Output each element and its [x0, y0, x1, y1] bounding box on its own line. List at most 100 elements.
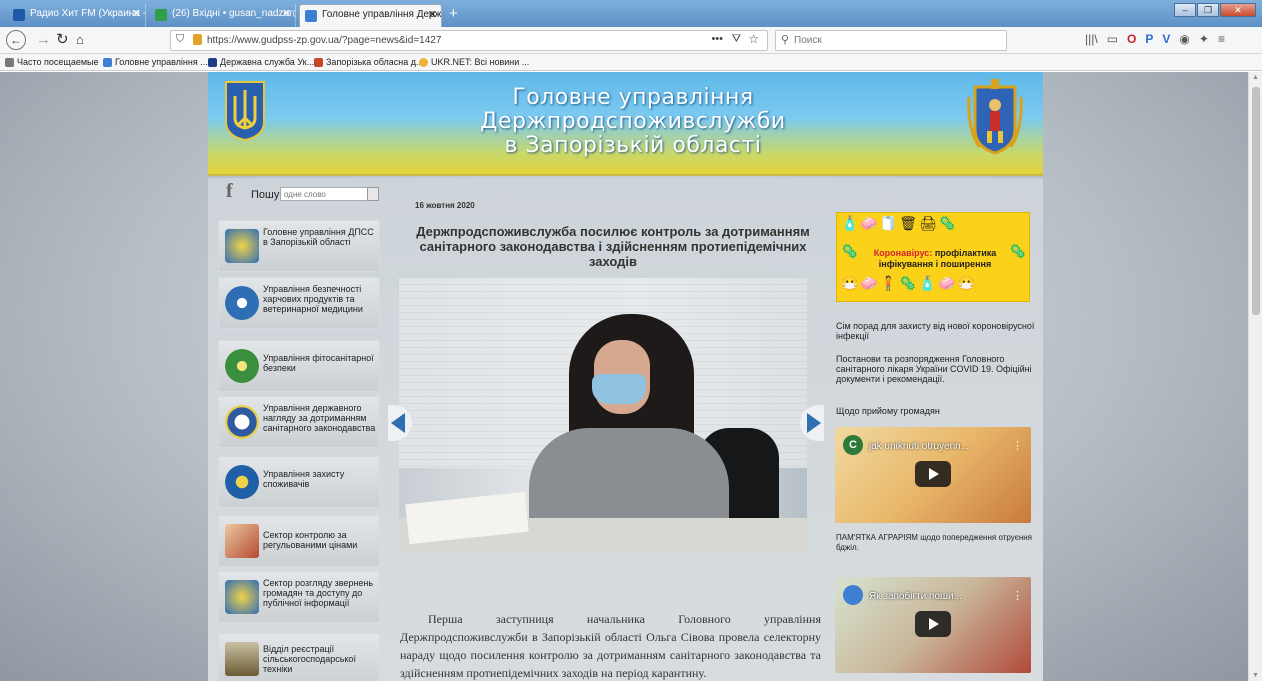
addon-p-icon[interactable]: P [1145, 32, 1153, 46]
menu-item-label: Управління безпечності харчових продукті… [263, 284, 363, 314]
article-body: Перша заступниця начальника Головного уп… [400, 612, 821, 680]
menu-item-sanitary-supervision[interactable]: Управління державного нагляду за дотрима… [218, 396, 380, 448]
price-chart-icon [225, 524, 259, 558]
bookmark-zaporizka[interactable]: Запорізька обласна д... [314, 57, 424, 67]
banner-highlight: Коронавірус: [873, 248, 933, 258]
address-bar[interactable]: ⛉ https://www.gudpss-zp.gov.ua/?page=new… [170, 30, 768, 51]
vet-emblem-icon [225, 286, 259, 320]
link-citizen-reception[interactable]: Щодо прийому громадян [836, 406, 1036, 416]
menu-item-label: Управління державного нагляду за дотрима… [263, 403, 376, 433]
site-search-button[interactable] [367, 187, 379, 201]
bookmark-label: Запорізька обласна д... [326, 57, 424, 67]
site-title-line: в Запорізькій області [504, 133, 762, 158]
trident-icon [225, 580, 259, 614]
bookmark-label: Головне управління ... [115, 57, 208, 67]
close-window-button[interactable]: ✕ [1220, 3, 1256, 17]
video-caption: ПАМ'ЯТКА АГРАРІЯМ щодо попередження отру… [836, 533, 1032, 552]
navigation-toolbar: ← → ↻ ⌂ ⛉ https://www.gudpss-zp.gov.ua/?… [0, 27, 1262, 54]
close-icon[interactable]: ✕ [282, 7, 291, 20]
sanitary-emblem-icon [225, 405, 259, 439]
banner-icons-bottom: 😷🧼🧍🦠🧴🧼😷 [841, 275, 978, 291]
tab-radio-hit[interactable]: Радио Хит FM (Украина - ◀) ✕ [8, 4, 146, 27]
new-tab-button[interactable]: + [449, 5, 458, 22]
channel-avatar: C [843, 435, 863, 455]
banner-icons-top: 🧴🧼🧻🗑🖨🦠 [841, 215, 959, 231]
coronavirus-banner[interactable]: 🧴🧼🧻🗑🖨🦠 🦠 🦠 Коронавірус: профілактика інф… [836, 212, 1030, 302]
scrollbar-thumb[interactable] [1252, 87, 1260, 315]
search-icon: ⚲ [781, 34, 790, 46]
bookmark-gudpss[interactable]: Головне управління ... [103, 57, 208, 67]
menu-item-main-department[interactable]: Головне управління ДПСС в Запорізькій об… [218, 220, 380, 272]
bookmark-label: Державна служба Ук... [220, 57, 315, 67]
tab-mail[interactable]: (26) Вхідні • gusan_nadzor@uk ✕ [150, 4, 296, 27]
search-bar[interactable]: ⚲ [775, 30, 1007, 51]
tracking-shield-icon[interactable]: ⛉ [176, 33, 184, 46]
tab-gudpss[interactable]: Головне управління Держпр ✕ [299, 4, 442, 27]
video-menu-icon[interactable]: ⋮ [1012, 439, 1023, 452]
trident-channel-icon [843, 585, 863, 605]
menu-item-consumer-protection[interactable]: Управління захисту споживачів [218, 456, 380, 508]
page-scrollbar[interactable]: ▲ ▼ [1248, 72, 1262, 681]
face-mask [592, 374, 646, 404]
play-button-icon[interactable] [915, 611, 951, 637]
maximize-button[interactable]: ❐ [1197, 3, 1219, 17]
menu-item-food-safety[interactable]: Управління безпечності харчових продукті… [218, 277, 380, 329]
forward-button[interactable]: → [36, 31, 51, 49]
addon-o-icon[interactable]: O [1127, 32, 1136, 46]
video-prevent-spread[interactable]: Як запобігти поши... ⋮ [835, 577, 1031, 673]
bookmarks-bar: Часто посещаемые Головне управління ... … [0, 54, 1262, 71]
bookmark-star-icon[interactable]: ☆ [748, 32, 759, 46]
back-button[interactable]: ← [6, 30, 26, 50]
site-header: Головне управління Держпродспоживслужби … [208, 72, 1043, 176]
bookmark-ukrnet[interactable]: UKR.NET: Всі новини ... [419, 57, 529, 67]
reload-button[interactable]: ↻ [56, 31, 69, 49]
site-title-line: Держпродспоживслужби [480, 109, 786, 134]
bookmark-label: UKR.NET: Всі новини ... [431, 57, 530, 67]
menu-item-label: Сектор розгляду звернень громадян та дос… [263, 578, 374, 608]
link-seven-tips[interactable]: Сім порад для захисту від нової коронові… [836, 321, 1036, 341]
dark-icon[interactable]: ◉ [1179, 32, 1189, 46]
lock-icon[interactable] [193, 34, 202, 45]
play-button-icon[interactable] [915, 461, 951, 487]
menu-item-citizen-requests[interactable]: Сектор розгляду звернень громадян та дос… [218, 571, 380, 623]
menu-item-phytosanitary[interactable]: Управління фітосанітарної безпеки [218, 340, 380, 392]
menu-item-price-control[interactable]: Сектор контролю за регульованими цінами [218, 515, 380, 567]
bookmark-label: Часто посещаемые [17, 57, 99, 67]
reader-icon[interactable]: ▭ [1107, 32, 1118, 46]
video-bee-poisoning[interactable]: C jak uniknuti otruyenn... ⋮ [835, 427, 1031, 523]
search-input[interactable] [794, 33, 994, 48]
scroll-down-icon[interactable]: ▼ [1252, 672, 1259, 679]
article-date: 16 жовтня 2020 [415, 201, 475, 210]
bookmark-most-visited[interactable]: Часто посещаемые [5, 57, 99, 67]
tab-label: Радио Хит FM (Украина - ◀) [30, 8, 146, 19]
vpn-icon[interactable]: V [1162, 32, 1170, 46]
menu-icon[interactable]: ≡ [1218, 32, 1225, 46]
crest-favicon-icon [314, 58, 323, 67]
zaporizhzhia-crest-icon [967, 79, 1023, 155]
url-text[interactable]: https://www.gudpss-zp.gov.ua/?page=news&… [207, 35, 441, 46]
bookmark-derzh-sluzhba[interactable]: Державна служба Ук... [208, 57, 314, 67]
site-title-line: Головне управління [512, 85, 754, 110]
close-icon[interactable]: ✕ [428, 8, 437, 21]
facebook-icon[interactable]: f [226, 180, 233, 203]
trident-favicon-icon [305, 10, 317, 22]
site-search-input[interactable] [280, 187, 368, 201]
home-button[interactable]: ⌂ [76, 31, 84, 49]
menu-item-label: Головне управління ДПСС в Запорізькій об… [263, 227, 374, 247]
video-menu-icon[interactable]: ⋮ [1012, 589, 1023, 602]
library-icon[interactable]: |||\ [1085, 32, 1098, 46]
close-icon[interactable]: ✕ [132, 7, 141, 20]
tab-bar: Радио Хит FM (Украина - ◀) ✕ (26) Вхідні… [0, 0, 1262, 27]
extension-icon[interactable]: ✦ [1199, 32, 1209, 46]
minimize-button[interactable]: – [1174, 3, 1196, 17]
link-covid-regulations[interactable]: Постанови та розпорядження Головного сан… [836, 354, 1036, 384]
page-actions-icon[interactable]: ••• [711, 33, 723, 45]
banner-virus-icon: 🦠 [841, 243, 861, 259]
menu-item-machinery-registration[interactable]: Відділ реєстрації сільськогосподарської … [218, 633, 380, 681]
pocket-icon[interactable]: ⛛ [732, 33, 741, 46]
banner-text: Коронавірус: профілактика інфікування і … [865, 248, 1005, 270]
article-photo [399, 278, 807, 552]
video-title: Як запобігти поши... [869, 591, 962, 602]
scroll-up-icon[interactable]: ▲ [1252, 74, 1259, 81]
window-controls: – ❐ ✕ [1174, 3, 1256, 17]
